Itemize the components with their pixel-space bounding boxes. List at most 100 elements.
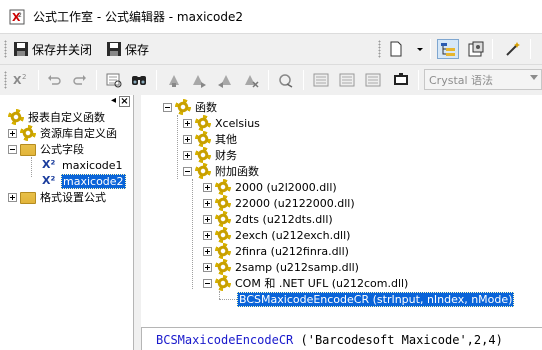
clear-bookmarks-button[interactable] [243,70,259,90]
toolbar-grip[interactable] [378,40,381,58]
redo-button[interactable] [72,70,88,90]
tree-item-u212samp[interactable]: 2samp (u212samp.dll) [203,259,360,275]
save-and-close-label: 保存并关闭 [32,42,93,57]
tree-item-u212exch[interactable]: 2exch (u212exch.dll) [203,227,351,243]
expand-icon[interactable] [8,128,17,138]
sort-button[interactable] [278,70,294,90]
next-bookmark-icon [193,75,206,88]
window-title: 公式工作室 - 公式编辑器 - maxicode2 [33,10,243,24]
show-operators-button[interactable] [365,70,381,90]
tree-connector [31,157,32,177]
toggle-tree-button[interactable] [437,39,459,59]
toolbar-separator [492,39,493,59]
expand-icon[interactable] [183,134,192,144]
gear-icon [195,163,211,179]
tree-item-u212com[interactable]: COM 和 .NET UFL (u212com.dll) [203,275,409,291]
gear-icon [215,275,231,291]
bookmark-icon [169,75,179,87]
toolbar-grip[interactable] [4,40,7,58]
toolbar-separator [38,70,39,90]
chevron-down-icon [530,75,538,80]
gear-icon [215,259,231,275]
app-icon: X 2 [9,9,25,24]
formula-editor[interactable]: BCSMaxicodeEncodeCR ('Barcodesoft Maxico… [141,328,542,350]
new-button[interactable] [388,39,404,59]
tree-item-u2l2000[interactable]: 2000 (u2l2000.dll) [203,179,338,195]
syntax-select[interactable]: Crystal 语法 [424,69,542,90]
check-button[interactable]: X2 [13,70,29,90]
toolbar-separator [156,70,157,90]
collapse-icon[interactable] [183,166,192,176]
collapse-icon[interactable] [8,144,17,154]
close-icon[interactable]: × [119,96,130,107]
toolbar-separator [268,70,269,90]
browse-data-button[interactable] [106,70,122,90]
save-and-close-button[interactable]: 保存并关闭 [13,39,92,59]
tree-item-u212dts[interactable]: 2dts (u212dts.dll) [203,211,334,227]
tree-item-label: 其他 [215,133,237,146]
properties-icon [468,41,484,57]
tree-item-u212finra[interactable]: 2finra (u212finra.dll) [203,243,350,259]
previous-bookmark-button[interactable] [217,70,233,90]
tree-item-maxicode2[interactable]: X² maxicode2 [42,173,126,189]
expand-icon[interactable] [203,182,212,192]
workshop-tree-pane: ◂ × 报表自定义函数 资源库自定义函 公式字段 X² maxicode1 X²… [0,95,134,350]
tree-item-formatting-formulas[interactable]: 格式设置公式 [8,189,107,205]
tree-item-xcelsius[interactable]: Xcelsius [183,115,261,131]
formula-arguments: ('Barcodesoft Maxicode',2,4) [293,333,503,347]
gear-icon [20,125,36,141]
tree-item-label: 函数 [195,101,217,114]
expand-icon[interactable] [203,214,212,224]
tree-connector [219,299,237,300]
tree-item-label: Xcelsius [215,116,260,130]
tree-item-u2122000[interactable]: 22000 (u2122000.dll) [203,195,356,211]
show-functions-button[interactable] [339,70,355,90]
tree-item-bcsmaxicodeencodecr[interactable]: BCSMaxicodeEncodeCR (strInput, nIndex, n… [237,291,515,307]
tree-item-finance[interactable]: 财务 [183,147,238,163]
pane-splitter[interactable] [134,95,141,350]
tree-item-repository-custom-functions[interactable]: 资源库自定义函 [8,125,118,141]
expand-icon[interactable] [183,118,192,128]
toolbar-separator [96,70,97,90]
collapse-icon[interactable] [203,278,212,288]
check-formula-icon: X2 [13,73,26,87]
toolbar-separator [430,39,431,59]
tree-item-formula-fields[interactable]: 公式字段 [8,141,85,157]
tree-item-report-custom-functions[interactable]: 报表自定义函数 [8,109,106,125]
save-button[interactable]: 保存 [106,39,149,59]
toggle-bookmark-button[interactable] [166,70,182,90]
expand-icon[interactable] [203,246,212,256]
svg-text:2: 2 [18,12,22,19]
expand-icon[interactable] [8,192,17,202]
expert-button[interactable] [505,39,521,59]
tree-item-label: 2dts (u212dts.dll) [235,212,333,226]
collapse-icon[interactable] [163,102,172,112]
clear-bookmarks-icon [245,75,259,88]
tree-item-additional-functions[interactable]: 附加函数 [183,163,260,179]
new-dropdown-button[interactable] [416,39,424,59]
expand-icon[interactable] [203,230,212,240]
toolbar-separator [418,70,419,90]
tree-item-label: 2exch (u212exch.dll) [235,228,351,242]
find-button[interactable] [131,70,147,90]
next-bookmark-button[interactable] [191,70,207,90]
tree-item-functions[interactable]: 函数 [163,99,218,115]
formula-icon: X² [42,174,56,187]
title-bar: X 2 公式工作室 - 公式编辑器 - maxicode2 [0,0,542,33]
tree-item-other[interactable]: 其他 [183,131,238,147]
expand-icon[interactable] [203,198,212,208]
tree-item-maxicode1[interactable]: X² maxicode1 [42,157,124,173]
toolbar-grip[interactable] [4,71,7,89]
expand-icon[interactable] [183,150,192,160]
chevron-down-icon [417,48,423,51]
browse-data-icon [106,73,122,88]
properties-button[interactable] [468,39,484,59]
undo-button[interactable] [46,70,62,90]
magic-wand-icon [506,42,520,56]
custom-function-button[interactable] [393,70,409,90]
pin-icon[interactable]: ◂ [108,96,119,107]
gear-icon [195,115,211,131]
show-fields-button[interactable] [313,70,329,90]
expand-icon[interactable] [203,262,212,272]
tree-view-icon [441,43,455,56]
